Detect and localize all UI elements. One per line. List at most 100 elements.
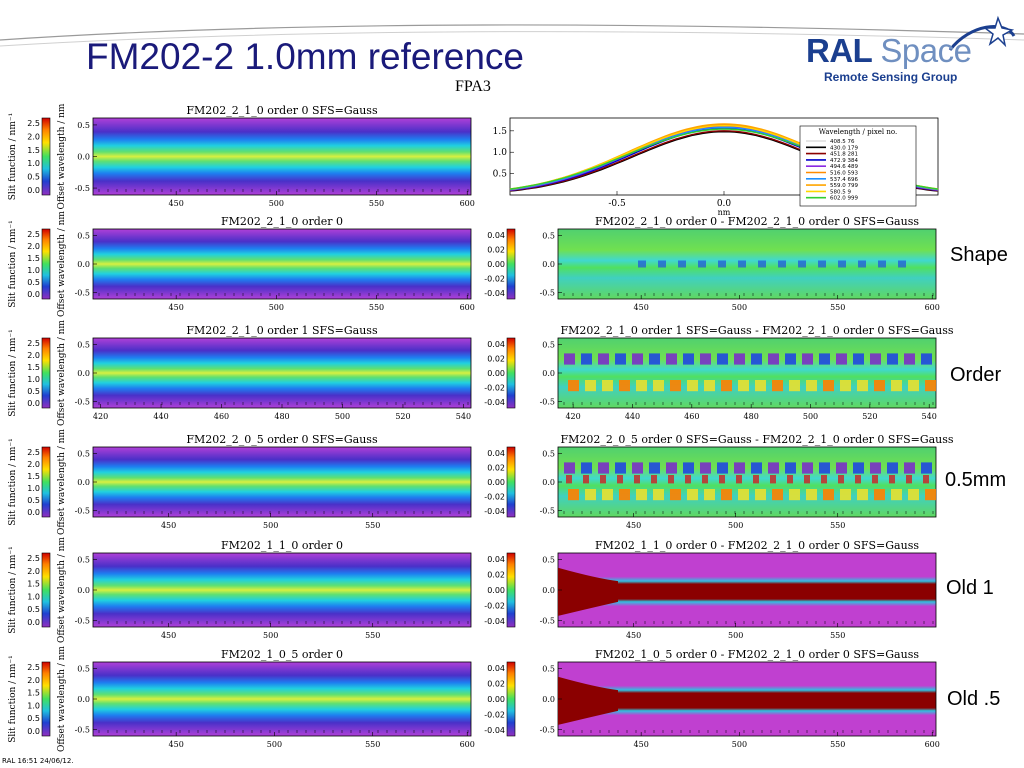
y-tick-label: 1.5 — [493, 127, 508, 137]
x-tick-label: 550 — [830, 521, 845, 530]
y-axis-label: Offset wavelength / nm — [57, 537, 67, 643]
colorbar — [41, 446, 51, 518]
x-tick-label: 440 — [625, 412, 640, 421]
y-tick-label: -0.5 — [540, 725, 555, 734]
colorbar-tick-label: 0.0 — [27, 508, 40, 517]
y-tick-label: 0.5 — [542, 556, 555, 565]
row-label-order: Order — [950, 364, 1002, 386]
y-tick-label: -0.5 — [540, 616, 555, 625]
x-tick-label: 450 — [161, 521, 176, 530]
heatmap-image — [92, 228, 472, 300]
y-tick-label: 0.5 — [493, 170, 508, 180]
y-tick-label: 0.5 — [77, 231, 90, 240]
colorbar-tick-label: -0.04 — [484, 507, 505, 516]
heatmap-fm202-2-1-0-order1: FM202_2_1_0 order 1 SFS=Gauss0.50.0-0.54… — [8, 320, 472, 426]
slit-profile-line-chart: 1.51.00.5-0.50.00.5nmWavelength / pixel … — [493, 117, 939, 217]
colorbar-tick-label: 0.02 — [487, 355, 505, 364]
colorbar-tick-label: 1.0 — [27, 375, 40, 384]
colorbar — [506, 337, 516, 409]
x-tick-label: 520 — [395, 412, 410, 421]
x-tick-label: 460 — [214, 412, 229, 421]
colorbar-tick-label: 0.02 — [487, 464, 505, 473]
heatmap-image — [92, 552, 472, 628]
panel-title: FM202_1_1_0 order 0 - FM202_2_1_0 order … — [595, 539, 919, 552]
colorbar-tick-label: 2.5 — [27, 554, 40, 563]
panel-title: FM202_1_0_5 order 0 — [221, 648, 343, 661]
y-tick-label: 0.0 — [77, 586, 90, 595]
y-tick-label: 0.5 — [542, 449, 555, 458]
x-tick-label: 500 — [267, 740, 282, 749]
x-tick-label: 500 — [269, 199, 284, 208]
legend-entry: 494.6 489 — [830, 164, 858, 170]
legend-entry: 537.4 696 — [830, 177, 858, 183]
x-tick-label: 420 — [93, 412, 108, 421]
colorbar-tick-label: 2.0 — [27, 351, 40, 360]
colorbar-tick-label: 1.0 — [27, 592, 40, 601]
colorbar-tick-label: 1.0 — [27, 159, 40, 168]
y-axis-label: Offset wavelength / nm — [57, 211, 67, 317]
x-tick-label: 500 — [732, 740, 747, 749]
row-label-shape: Shape — [950, 244, 1008, 266]
y-tick-label: 0.5 — [77, 340, 90, 349]
x-tick-label: 450 — [161, 631, 176, 640]
legend-entry: 451.8 281 — [830, 152, 858, 158]
y-tick-label: 0.0 — [77, 478, 90, 487]
colorbar-tick-label: -0.04 — [484, 726, 505, 735]
y-axis-label: Offset wavelength / nm — [57, 646, 67, 752]
heatmap-fm202-2-1-0-gauss: FM202_2_1_0 order 0 SFS=Gauss 0.5 0.0 -0.5 4… — [8, 103, 475, 209]
x-tick-label: 600 — [925, 740, 940, 749]
y-tick-label: 0.0 — [77, 695, 90, 704]
colorbar-tick-label: 1.5 — [27, 472, 40, 481]
colorbar-tick-label: -0.02 — [484, 711, 505, 720]
colorbar — [41, 552, 51, 628]
colorbar-tick-label: 0.00 — [487, 260, 505, 269]
x-tick-label: 500 — [263, 631, 278, 640]
colorbar-label: Slit function / nm⁻¹ — [8, 220, 18, 308]
y-tick-label: 0.5 — [77, 121, 90, 130]
x-tick-label: 550 — [369, 199, 384, 208]
y-tick-label: 0.0 — [542, 369, 555, 378]
colorbar-tick-label: 0.04 — [487, 664, 505, 673]
heatmap-fm202-1-1-0: FM202_1_1_0 order 0 0.5 0.0 -0.5 450 500 550 2.… — [8, 537, 472, 643]
colorbar-tick-label: 0.00 — [487, 586, 505, 595]
x-tick-label: 500 — [803, 412, 818, 421]
panel-title: FM202_2_1_0 order 0 — [221, 215, 343, 228]
colorbar-tick-label: 2.5 — [27, 119, 40, 128]
legend-entry: 472.9 384 — [830, 158, 858, 164]
colorbar-tick-label: 0.00 — [487, 695, 505, 704]
heatmap-fm202-2-0-5: FM202_2_0_5 order 0 SFS=Gauss 0.5 0.0 -0.5 4… — [8, 429, 472, 535]
heatmap-image — [92, 661, 472, 737]
heatmap-image — [92, 446, 472, 518]
y-tick-label: 0.5 — [542, 340, 555, 349]
x-tick-label: 600 — [925, 303, 940, 312]
colorbar-tick-label: 2.0 — [27, 567, 40, 576]
panel-title: FM202_1_0_5 order 0 - FM202_2_1_0 order … — [595, 648, 919, 661]
x-tick-label: 450 — [634, 740, 649, 749]
x-tick-label: 550 — [830, 303, 845, 312]
colorbar-tick-label: 2.0 — [27, 242, 40, 251]
x-tick-label: 460 — [684, 412, 699, 421]
y-axis-label: Offset wavelength / nm — [57, 103, 67, 209]
colorbar-tick-label: 1.5 — [27, 363, 40, 372]
legend-entry: 408.5 76 — [830, 139, 855, 145]
y-tick-label: 0.0 — [77, 153, 90, 162]
heatmap-fm202-2-1-0: FM202_2_1_0 order 0 0.5 0.0 -0.5 450 500 550 60… — [8, 211, 475, 317]
colorbar — [41, 228, 51, 300]
x-tick-label: 450 — [626, 631, 641, 640]
colorbar-tick-label: 0.5 — [27, 714, 40, 723]
colorbar-tick-label: 1.5 — [27, 580, 40, 589]
y-tick-label: -0.5 — [75, 184, 90, 193]
colorbar-tick-label: 2.0 — [27, 676, 40, 685]
x-tick-label: 450 — [626, 521, 641, 530]
x-tick-label: 550 — [830, 631, 845, 640]
colorbar-tick-label: 0.04 — [487, 340, 505, 349]
y-tick-label: -0.5 — [75, 725, 90, 734]
colorbar-tick-label: 0.04 — [487, 449, 505, 458]
x-tick-label: 480 — [744, 412, 759, 421]
colorbar-tick-label: 0.00 — [487, 369, 505, 378]
legend-entry: 602.0 999 — [830, 196, 858, 202]
colorbar-tick-label: 0.5 — [27, 605, 40, 614]
heatmap-image — [557, 446, 937, 518]
colorbar-tick-label: 0.02 — [487, 680, 505, 689]
colorbar-tick-label: 0.5 — [27, 173, 40, 182]
